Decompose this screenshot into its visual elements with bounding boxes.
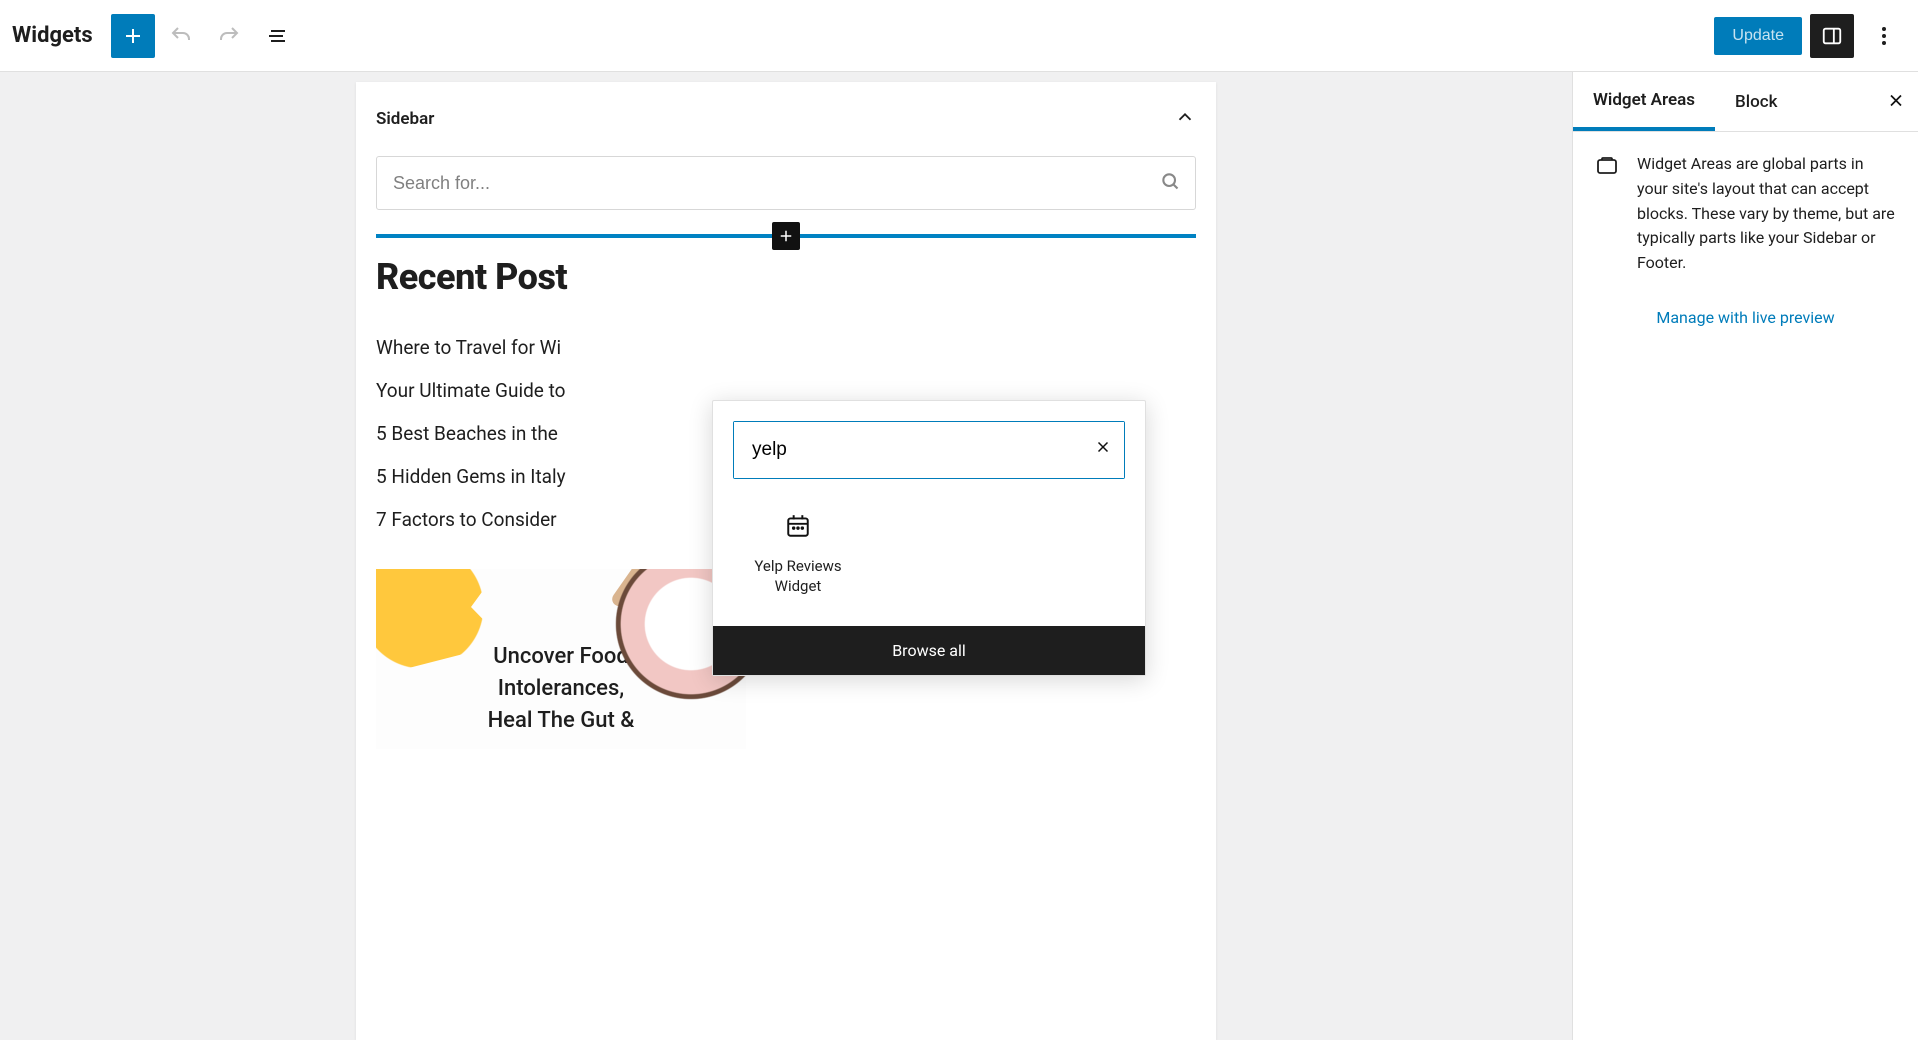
manage-live-preview-link[interactable]: Manage with live preview xyxy=(1573,296,1918,339)
search-input[interactable] xyxy=(376,156,1196,210)
toolbar-left: Widgets xyxy=(12,14,299,58)
top-toolbar: Widgets Update xyxy=(0,0,1918,72)
main-area: Sidebar Recent Post xyxy=(0,72,1918,1040)
kebab-icon xyxy=(1872,24,1896,48)
berry-graphic xyxy=(650,639,668,657)
document-overview-button[interactable] xyxy=(255,14,299,58)
undo-icon xyxy=(169,24,193,48)
block-inserter-popover: Yelp Reviews Widget Browse all xyxy=(712,400,1146,676)
settings-toggle-button[interactable] xyxy=(1810,14,1854,58)
settings-description: Widget Areas are global parts in your si… xyxy=(1637,152,1896,276)
list-item[interactable]: Where to Travel for Wi xyxy=(376,326,1196,369)
search-block xyxy=(376,156,1196,210)
inserter-search-input[interactable] xyxy=(734,422,1124,478)
plus-icon xyxy=(121,24,145,48)
redo-button[interactable] xyxy=(207,14,251,58)
inserter-search-field xyxy=(733,421,1125,479)
caption-line: Intolerances, xyxy=(376,673,746,705)
editor-canvas: Sidebar Recent Post xyxy=(0,72,1572,1040)
caption-line: Uncover Food xyxy=(376,641,746,673)
block-insertion-indicator xyxy=(376,234,1196,238)
block-option-label: Yelp Reviews Widget xyxy=(737,557,859,596)
tab-block[interactable]: Block xyxy=(1715,74,1797,129)
berry-graphic xyxy=(666,617,688,639)
settings-panel: Widget Areas Block Widget Areas are glob… xyxy=(1572,72,1918,1040)
clear-search-button[interactable] xyxy=(1094,438,1112,462)
widget-area-panel: Sidebar Recent Post xyxy=(356,82,1216,1040)
image-caption: Uncover Food Intolerances, Heal The Gut … xyxy=(376,641,746,737)
widget-area-icon xyxy=(1595,152,1619,276)
chevron-up-icon xyxy=(1174,106,1196,132)
caption-line: Heal The Gut & xyxy=(376,705,746,737)
image-widget[interactable]: Uncover Food Intolerances, Heal The Gut … xyxy=(376,569,746,749)
calendar-icon xyxy=(785,513,811,539)
spoon-graphic xyxy=(609,569,672,609)
close-settings-button[interactable] xyxy=(1886,90,1906,113)
panel-title: Sidebar xyxy=(376,109,434,129)
list-icon xyxy=(265,24,289,48)
tab-widget-areas[interactable]: Widget Areas xyxy=(1573,72,1715,131)
redo-icon xyxy=(217,24,241,48)
update-button[interactable]: Update xyxy=(1714,17,1802,55)
sidebar-panel-icon xyxy=(1821,25,1843,47)
inline-inserter-button[interactable] xyxy=(772,222,800,250)
search-icon[interactable] xyxy=(1160,171,1180,195)
block-option-yelp-reviews[interactable]: Yelp Reviews Widget xyxy=(733,509,863,600)
options-button[interactable] xyxy=(1862,14,1906,58)
toolbar-right: Update xyxy=(1714,14,1906,58)
undo-button[interactable] xyxy=(159,14,203,58)
recent-posts-heading: Recent Post xyxy=(376,256,1196,298)
close-icon xyxy=(1094,438,1112,456)
browse-all-button[interactable]: Browse all xyxy=(713,626,1145,675)
settings-tabs: Widget Areas Block xyxy=(1573,72,1918,132)
add-block-button[interactable] xyxy=(111,14,155,58)
page-title: Widgets xyxy=(12,23,93,48)
panel-header[interactable]: Sidebar xyxy=(356,82,1216,156)
close-icon xyxy=(1886,90,1906,110)
inserter-results: Yelp Reviews Widget xyxy=(713,499,1145,626)
settings-body: Widget Areas are global parts in your si… xyxy=(1573,132,1918,296)
